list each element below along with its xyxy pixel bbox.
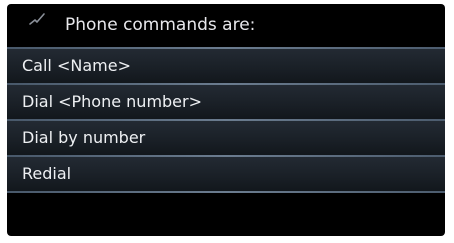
command-label: Call <Name> [22,56,131,75]
command-label: Dial by number [22,128,146,147]
command-label: Redial [22,164,72,183]
divider [7,191,445,193]
command-item-dial-by-number[interactable]: Dial by number [7,121,445,155]
command-label: Dial <Phone number> [22,92,203,111]
voice-command-screen: Phone commands are: Call <Name> Dial <Ph… [7,4,445,236]
screen-header: Phone commands are: [7,4,445,47]
screen-title: Phone commands are: [65,15,256,35]
command-item-call[interactable]: Call <Name> [7,49,445,83]
voice-command-icon [29,13,45,25]
command-item-redial[interactable]: Redial [7,157,445,191]
command-item-dial[interactable]: Dial <Phone number> [7,85,445,119]
